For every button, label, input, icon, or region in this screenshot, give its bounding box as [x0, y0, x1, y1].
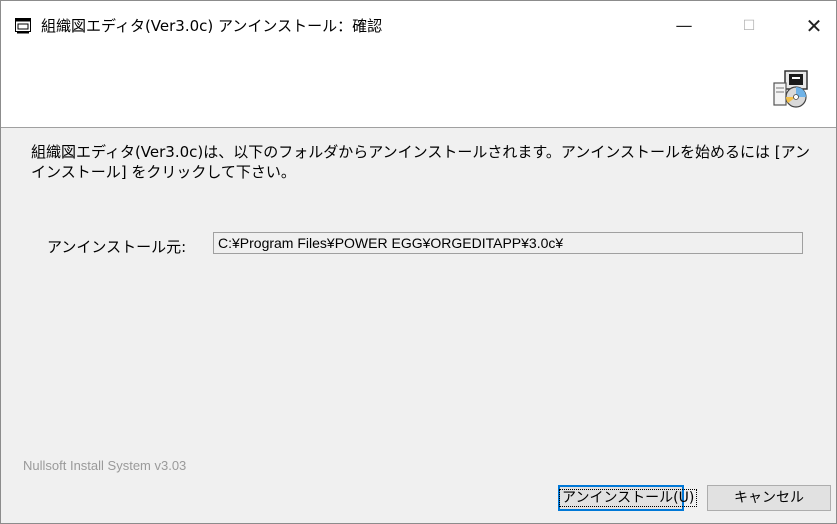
uninstall-button-label: アンインストール(U) — [558, 489, 698, 507]
nsis-branding: Nullsoft Install System v3.03 — [23, 458, 187, 473]
window-title: 組織図エディタ(Ver3.0c) アンインストール：確認 — [41, 17, 383, 35]
uninstall-path-field[interactable]: C:¥Program Files¥POWER EGG¥ORGEDITAPP¥3.… — [213, 232, 803, 254]
uninstall-button[interactable]: アンインストール(U) — [558, 485, 698, 511]
installer-icon — [773, 70, 808, 108]
uninstall-dialog: 組織図エディタ(Ver3.0c) アンインストール：確認 — ☐ ✕ 組織図エデ… — [0, 0, 837, 524]
uninstall-from-label: アンインストール元: — [47, 238, 187, 256]
minimize-button[interactable]: — — [661, 1, 707, 51]
app-icon — [15, 18, 31, 34]
title-bar[interactable]: 組織図エディタ(Ver3.0c) アンインストール：確認 — ☐ ✕ — [1, 1, 836, 51]
instruction-message: 組織図エディタ(Ver3.0c)は、以下のフォルダからアンインストールされます。… — [31, 143, 810, 181]
maximize-button[interactable]: ☐ — [726, 1, 772, 51]
header-banner — [1, 51, 836, 128]
close-button[interactable]: ✕ — [791, 1, 837, 51]
cancel-button[interactable]: キャンセル — [707, 485, 831, 511]
dialog-body: 組織図エディタ(Ver3.0c)は、以下のフォルダからアンインストールされます。… — [1, 128, 836, 523]
